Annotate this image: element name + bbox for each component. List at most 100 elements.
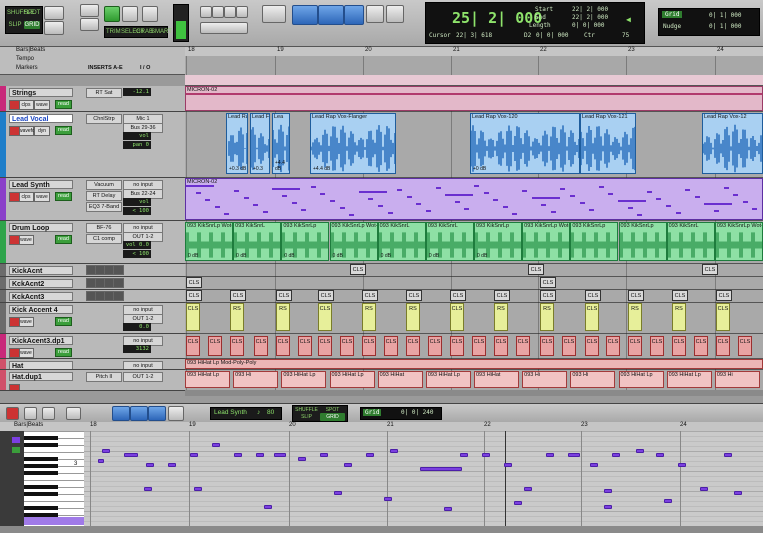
cls-clip[interactable]: CLS (672, 336, 686, 356)
midi-note[interactable] (190, 453, 198, 457)
selector-tool-icon[interactable] (318, 5, 344, 25)
trim-mini-button[interactable]: TRIM (106, 28, 121, 36)
track-name[interactable]: Kick Accent 4 (9, 305, 73, 314)
record-enable-icon[interactable] (9, 192, 20, 202)
cls-clip[interactable]: CLS (540, 277, 556, 288)
track-name[interactable]: KickAcnt (9, 266, 73, 275)
grid-value[interactable]: 0| 1| 000 (709, 12, 742, 19)
track-button-dyn[interactable]: dyn (34, 126, 50, 136)
cls-clip[interactable]: CLS (350, 264, 366, 275)
midi-note[interactable] (568, 453, 580, 457)
track-button-clps[interactable]: clps (18, 100, 34, 110)
cls-clip[interactable]: CLS (528, 264, 544, 275)
slip-mode-button[interactable]: SLIP (7, 21, 23, 29)
track-button-read[interactable]: read (55, 126, 72, 135)
rs-clip[interactable]: RS (628, 303, 642, 331)
midi-note[interactable] (334, 491, 342, 495)
midi-note[interactable] (444, 507, 452, 511)
piano-black-key[interactable] (24, 485, 58, 489)
piano-black-key[interactable] (24, 457, 58, 461)
io-field[interactable]: 0.0 (123, 323, 151, 331)
midi-scrollbar[interactable] (0, 526, 763, 533)
midi-note[interactable] (256, 453, 264, 457)
piano-black-key[interactable] (24, 506, 58, 510)
spot-mode-button[interactable]: SPOT (24, 9, 40, 17)
end-value[interactable]: 22| 2| 000 (572, 14, 608, 21)
track-header-drum-loop[interactable]: Drum Loop wave read BF-76 C1 comp no input OUT… (0, 221, 185, 264)
cls-clip[interactable]: CLS (738, 336, 752, 356)
cls-clip[interactable]: CLS (318, 336, 332, 356)
hat-clip[interactable]: 093 Hi (570, 371, 616, 388)
rs-clip[interactable]: RS (276, 303, 290, 331)
audio-clip[interactable]: Lead Rap Vox-12 (702, 113, 763, 174)
track-header-strings[interactable]: Strings clps wave read RT Sat -12.1 (0, 86, 185, 112)
cls-clip[interactable]: CLS (208, 336, 222, 356)
rs-clip[interactable]: CLS (186, 303, 200, 331)
drum-clip[interactable]: 093 KikSnrLp Wot-Poly-Poly (522, 222, 571, 261)
midi-note[interactable] (264, 505, 272, 509)
track-name[interactable]: KckAcnt2 (9, 279, 73, 288)
drum-clip[interactable]: 093 KikSnrLp (570, 222, 619, 261)
midi-note[interactable] (604, 489, 612, 493)
cls-clip[interactable]: CLS (230, 290, 246, 301)
audio-clip[interactable]: Lead Rap Vox-Flanger +4.4 dB (310, 113, 396, 174)
hat-clip[interactable]: 093 HiHat Lp (666, 371, 712, 388)
io-field[interactable]: < 100 (123, 207, 151, 215)
rs-clip[interactable]: RS (672, 303, 686, 331)
track-name[interactable]: Hat.dup1 (9, 372, 73, 381)
cls-clip[interactable]: CLS (384, 336, 398, 356)
midi-note-grid[interactable] (84, 431, 763, 526)
midi-note[interactable] (320, 453, 328, 457)
shuffle-mode-button[interactable]: SHUFFLE (7, 9, 34, 17)
track-header-kickacnt[interactable]: KickAcnt (0, 264, 185, 277)
hat-clip[interactable]: 093 HiHat (377, 371, 423, 388)
cls-clip[interactable]: CLS (628, 290, 644, 301)
cls-clip[interactable]: CLS (585, 290, 601, 301)
midi-note[interactable] (482, 453, 490, 457)
rs-clip[interactable]: RS (494, 303, 508, 331)
midi-grid-button[interactable]: GRID (320, 413, 345, 421)
track-header-kick-accent-4[interactable]: Kick Accent 4 wave read no input OUT 1-2 0.0 (0, 303, 185, 334)
track-button-clps[interactable]: clps (18, 192, 34, 202)
cls-clip[interactable]: CLS (318, 290, 334, 301)
rs-clip[interactable]: RS (362, 303, 376, 331)
midi-slip-button[interactable]: SLIP (294, 413, 319, 421)
cls-clip[interactable]: CLS (276, 290, 292, 301)
hat-clip[interactable]: 093 HiHat Lp (618, 371, 664, 388)
down-arrow-icon[interactable] (122, 6, 138, 22)
drum-clip[interactable]: 093 KikSnrL 0 dB (425, 222, 474, 261)
track-name[interactable]: Hat (9, 361, 73, 369)
io-field[interactable]: vol -7.8 (123, 198, 151, 213)
hat-clip[interactable]: 093 Hi (522, 371, 568, 388)
track-button-wave[interactable]: wave (34, 100, 50, 110)
midi-note[interactable] (102, 449, 110, 453)
record-enable-icon[interactable] (9, 100, 20, 110)
midi-mute-button[interactable] (42, 407, 55, 420)
midi-note[interactable] (384, 497, 392, 501)
midi-enable-icon[interactable] (12, 447, 20, 453)
snap-icon[interactable] (142, 6, 158, 22)
mirror-icon[interactable] (80, 18, 99, 31)
selected-key[interactable] (24, 517, 84, 525)
cls-clip[interactable]: CLS (562, 336, 576, 356)
io-field[interactable]: vol +1.4 (123, 132, 151, 147)
midi-note[interactable] (390, 449, 398, 453)
insert-empty[interactable] (113, 278, 124, 288)
midi-note[interactable] (678, 463, 686, 467)
midi-note[interactable] (366, 453, 374, 457)
cls-clip[interactable]: CLS (276, 336, 290, 356)
track-button-read[interactable]: read (55, 192, 72, 201)
waveform-zoom-icon[interactable] (224, 6, 236, 18)
start-value[interactable]: 22| 2| 000 (572, 6, 608, 13)
midi-note[interactable] (168, 463, 176, 467)
cls-clip[interactable]: CLS (406, 336, 420, 356)
zoom-toggle-button[interactable] (44, 6, 64, 20)
music-note-icon[interactable] (66, 407, 81, 420)
rs-clip[interactable]: RS (406, 303, 420, 331)
nudge-label[interactable]: Nudge (663, 23, 681, 30)
midi-note[interactable] (700, 487, 708, 491)
midi-note[interactable] (98, 459, 104, 463)
record-enable-icon[interactable] (9, 348, 20, 358)
insert-slot[interactable]: Pitch II (86, 372, 122, 382)
edit-scrollbar[interactable] (185, 390, 763, 396)
